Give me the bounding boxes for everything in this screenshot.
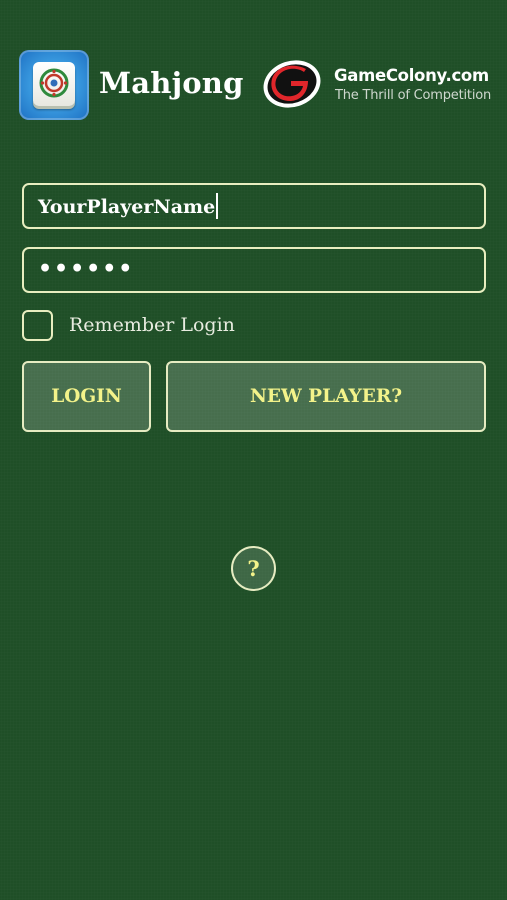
remember-login-label[interactable]: Remember Login — [69, 314, 235, 336]
mahjong-tile-icon — [33, 62, 75, 106]
text-caret — [216, 193, 219, 219]
mahjong-app-icon — [19, 50, 89, 120]
gamecolony-logo-icon — [263, 60, 321, 108]
app-title: Mahjong — [99, 66, 244, 100]
remember-login-checkbox[interactable] — [22, 310, 53, 341]
login-button[interactable]: LOGIN — [22, 361, 151, 432]
password-value: •••••• — [38, 256, 135, 282]
password-input[interactable]: •••••• — [22, 247, 486, 293]
brand-tagline: The Thrill of Competition — [335, 88, 492, 103]
new-player-button[interactable]: NEW PLAYER? — [166, 361, 486, 432]
username-input[interactable]: YourPlayerName — [22, 183, 486, 229]
username-value: YourPlayerName — [38, 193, 219, 221]
help-button[interactable]: ? — [231, 546, 276, 591]
brand-name: GameColony.com — [334, 66, 489, 85]
